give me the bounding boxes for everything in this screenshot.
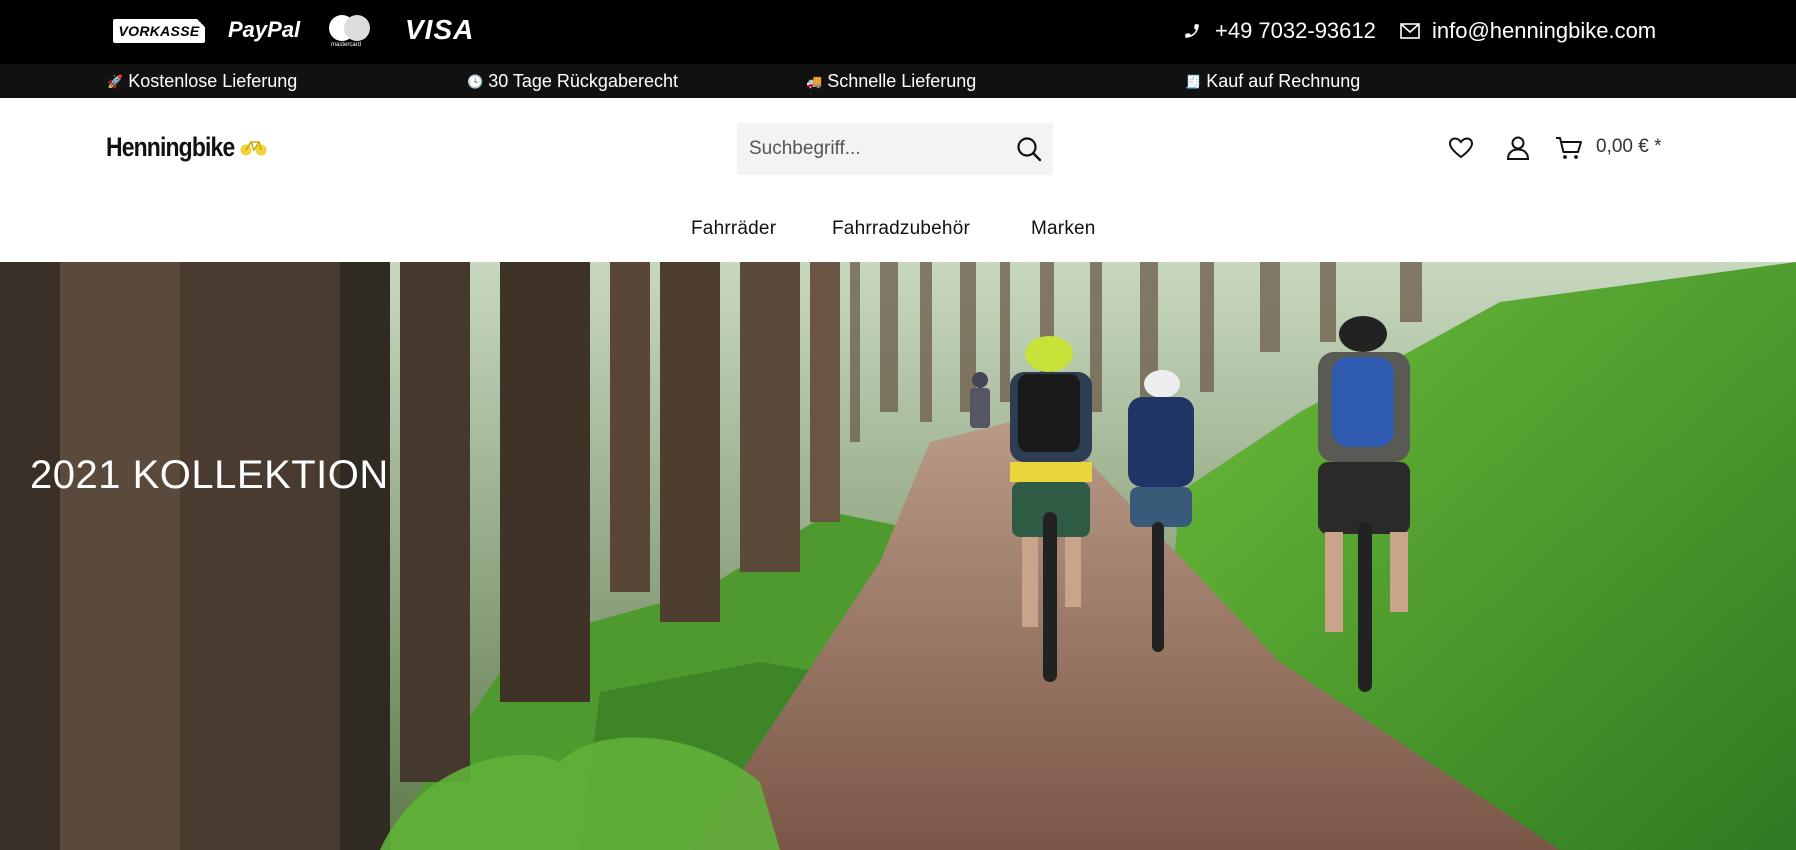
visa-logo: VISA [405,14,475,45]
phone-icon [1185,24,1199,38]
usp-item-free-delivery: 🚀 Kostenlose Lieferung [107,71,297,92]
hero-title: 2021 KOLLEKTION [30,453,389,497]
cart-icon[interactable] [1555,135,1583,161]
nav-item-fahrradzubehoer[interactable]: Fahrradzubehör [832,218,970,240]
mail-icon [1400,23,1420,39]
search-icon[interactable] [1015,135,1043,163]
usp-label: Schnelle Lieferung [827,71,977,91]
site-logo[interactable]: Henningbike [106,132,235,163]
email-address: info@henningbike.com [1432,18,1657,43]
rocket-icon: 🚀 [107,73,124,89]
clock-icon: 🕓 [467,73,484,89]
usp-label: Kostenlose Lieferung [128,71,298,91]
usp-bar: 🚀 Kostenlose Lieferung 🕓 30 Tage Rückgab… [0,64,1796,98]
account-icon[interactable] [1505,135,1531,161]
bicycle-logo-icon [240,141,267,156]
receipt-icon: 🧾 [1185,73,1202,89]
email-link[interactable]: info@henningbike.com [1400,18,1656,44]
search-box [737,123,1053,175]
phone-link[interactable]: +49 7032-93612 [1183,18,1376,44]
heart-icon[interactable] [1448,135,1474,161]
nav-item-marken[interactable]: Marken [1031,218,1096,240]
mastercard-circle-right [344,15,370,41]
usp-item-fast-delivery: 🚚 Schnelle Lieferung [806,71,976,92]
cart-total[interactable]: 0,00 € * [1596,136,1662,158]
usp-item-invoice: 🧾 Kauf auf Rechnung [1185,71,1360,92]
paypal-logo: PayPal [228,17,301,42]
hero-image [0,262,1796,850]
mastercard-logo: mastercard [329,15,371,49]
phone-number: +49 7032-93612 [1215,18,1376,43]
usp-item-return-policy: 🕓 30 Tage Rückgaberecht [467,71,678,92]
nav-item-fahrraeder[interactable]: Fahrräder [691,218,776,240]
hero-banner[interactable]: 2021 KOLLEKTION [0,262,1796,850]
top-bar: VORKASSE PayPal mastercard VISA +49 7032… [0,0,1796,64]
search-input[interactable] [749,123,999,175]
truck-icon: 🚚 [806,73,823,89]
usp-label: 30 Tage Rückgaberecht [488,71,678,91]
mastercard-caption: mastercard [331,42,362,48]
vorkasse-logo: VORKASSE [113,18,206,43]
usp-label: Kauf auf Rechnung [1206,71,1361,91]
